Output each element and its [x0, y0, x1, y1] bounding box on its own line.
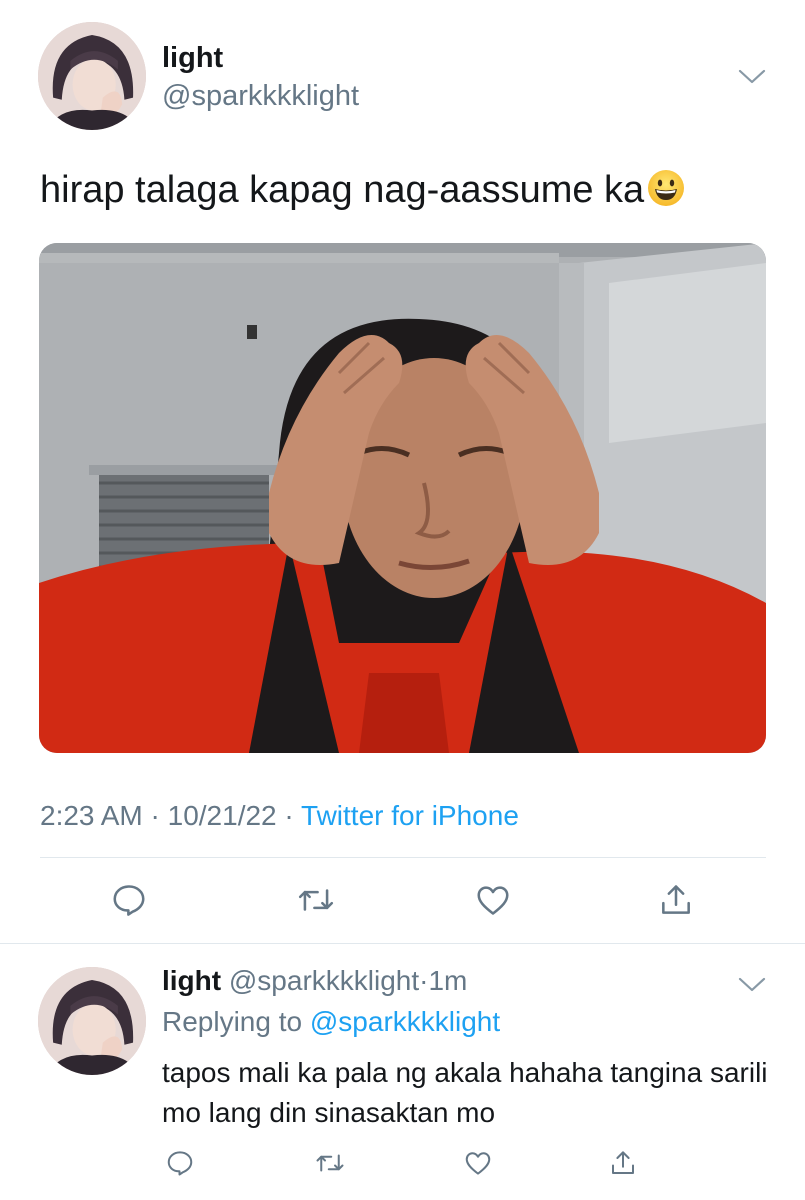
avatar[interactable]	[38, 967, 146, 1075]
grinning-face-emoji	[646, 168, 686, 208]
tweet-source[interactable]: Twitter for iPhone	[301, 800, 519, 831]
replying-to: Replying to @sparkkkklight	[162, 1006, 500, 1038]
reply-age[interactable]: 1m	[428, 965, 467, 996]
divider	[40, 857, 766, 858]
reply-handle[interactable]: @sparkkkklight	[229, 965, 419, 996]
meta-separator: ·	[142, 800, 168, 831]
share-icon	[662, 885, 690, 914]
photo-image	[39, 243, 766, 753]
reply-button[interactable]	[158, 1141, 202, 1185]
tweet-photo[interactable]	[39, 243, 766, 753]
retweet-icon	[298, 889, 334, 911]
chevron-down-icon[interactable]	[737, 972, 767, 996]
avatar-image	[38, 967, 146, 1075]
share-icon	[612, 1151, 634, 1174]
like-button[interactable]	[471, 878, 515, 922]
share-button[interactable]	[654, 878, 698, 922]
chevron-down-icon[interactable]	[737, 64, 767, 88]
reply-display-name[interactable]: light	[162, 965, 221, 996]
tweet-text-content: hirap talaga kapag nag-aassume ka	[40, 169, 645, 211]
display-name[interactable]: light	[162, 42, 223, 75]
handle[interactable]: @sparkkkklight	[162, 80, 359, 113]
replying-label: Replying to	[162, 1006, 310, 1037]
reply-button[interactable]	[107, 878, 151, 922]
retweet-button[interactable]	[294, 878, 338, 922]
reply-text: tapos mali ka pala ng akala hahaha tangi…	[162, 1057, 768, 1128]
reply-icon	[113, 885, 145, 916]
avatar-image	[38, 22, 146, 130]
mention-link[interactable]: @sparkkkklight	[310, 1006, 500, 1037]
retweet-button[interactable]	[308, 1141, 352, 1185]
divider	[0, 943, 805, 944]
reply-header: light @sparkkkklight·1m	[162, 965, 467, 997]
share-button[interactable]	[601, 1141, 645, 1185]
retweet-icon	[316, 1154, 344, 1172]
like-icon	[477, 886, 509, 915]
tweet-date[interactable]: 10/21/22	[168, 800, 277, 831]
like-button[interactable]	[456, 1141, 500, 1185]
avatar[interactable]	[38, 22, 146, 130]
tweet-time[interactable]: 2:23 AM	[40, 800, 143, 831]
meta-separator: ·	[276, 800, 302, 831]
reply-icon	[167, 1151, 193, 1176]
tweet-meta: 2:23 AM · 10/21/22 · Twitter for iPhone	[40, 800, 519, 832]
like-icon	[465, 1152, 491, 1175]
tweet-text: hirap talaga kapag nag-aassume ka	[40, 168, 686, 212]
